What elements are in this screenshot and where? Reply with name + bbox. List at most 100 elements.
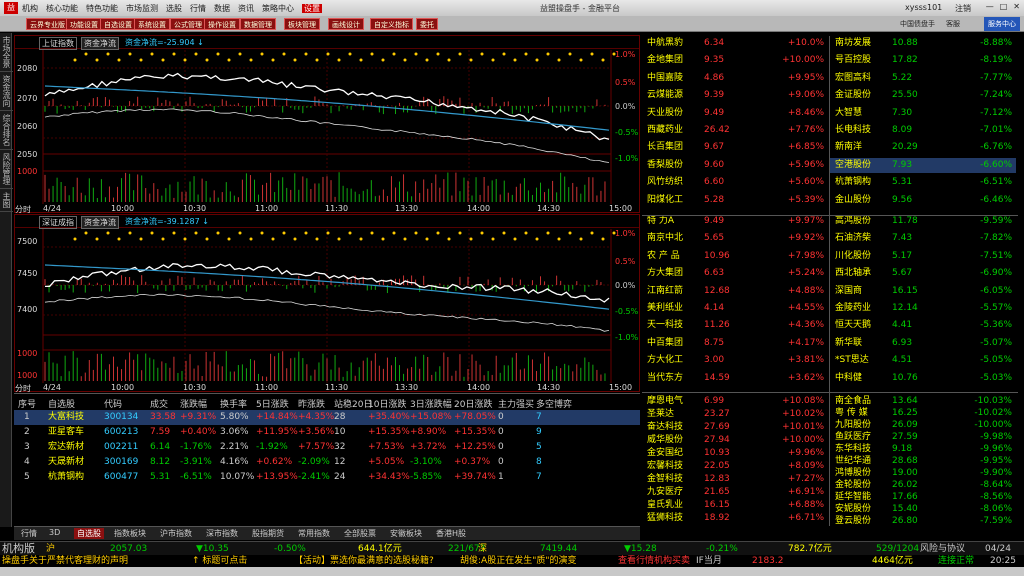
stock-row[interactable]: 中国嘉陵 4.86 +9.95% <box>642 71 828 86</box>
stock-row[interactable]: 方大化工 3.00 +3.81% <box>642 353 828 368</box>
news-item[interactable]: 操盘手关于严禁代客理财的声明 <box>2 555 128 567</box>
menu-item-settings[interactable]: 设置 <box>302 3 322 13</box>
menu-item[interactable]: 数据 <box>214 4 230 13</box>
stock-row[interactable]: 宏馨科技 22.05 +8.09% <box>642 460 828 472</box>
column-header[interactable]: 成交 <box>150 397 168 410</box>
column-header[interactable]: 5日涨跌 <box>256 397 289 410</box>
stock-row[interactable]: 圣莱达 23.27 +10.02% <box>642 408 828 420</box>
tab-item[interactable]: 指数板块 <box>111 528 149 539</box>
stock-row[interactable]: 金地集团 9.35 +10.00% <box>642 53 828 68</box>
sz-label[interactable]: 深 <box>478 542 487 556</box>
sidebar-tab[interactable]: 资金流向 <box>0 72 13 111</box>
menu-item[interactable]: 市场监测 <box>126 4 158 13</box>
stock-row[interactable]: 金轮股份 26.02 -8.64% <box>830 479 1016 491</box>
view-quotes-link[interactable]: 查看行情 <box>618 555 654 567</box>
institution-trade-link[interactable]: 机构买卖 <box>654 555 690 567</box>
stock-row[interactable]: 西北轴承 5.67 -6.90% <box>830 266 1016 281</box>
menu-item[interactable]: 资讯 <box>238 4 254 13</box>
stock-row[interactable]: 鱼跃医疗 27.59 -9.98% <box>830 431 1016 443</box>
column-header[interactable]: 多空博弈 <box>536 397 572 410</box>
stock-row[interactable]: 江南红箭 12.68 +4.88% <box>642 284 828 299</box>
menu-item[interactable]: 机构 <box>22 4 38 13</box>
stock-row[interactable]: 农 产 品 10.96 +7.98% <box>642 249 828 264</box>
news-item[interactable]: 【活动】票选你最满意的选股秘籍? <box>294 555 434 567</box>
toolbar-button[interactable]: 自选设置 <box>100 18 136 30</box>
stock-row[interactable]: 金智科技 12.83 +7.27% <box>642 473 828 485</box>
stock-row[interactable]: 长百集团 9.67 +6.85% <box>642 140 828 155</box>
service-center-button[interactable]: 服务中心 <box>984 17 1020 31</box>
column-header[interactable]: 10日涨跌 <box>368 397 406 410</box>
toolbar-button[interactable]: 数据管理 <box>240 18 276 30</box>
toolbar-right-link[interactable]: 中国债盘手 <box>900 19 935 29</box>
stock-row[interactable]: 中科健 10.76 -5.03% <box>830 371 1016 386</box>
tab-item[interactable]: 香港H股 <box>433 528 469 539</box>
stock-row[interactable]: 猛狮科技 18.92 +6.71% <box>642 512 828 524</box>
menu-item[interactable]: 特色功能 <box>86 4 118 13</box>
column-header[interactable]: 代码 <box>104 397 122 410</box>
menu-item[interactable]: 选股 <box>166 4 182 13</box>
toolbar-button[interactable]: 板块管理 <box>284 18 320 30</box>
stock-row[interactable]: 高鸿股份 11.78 -9.59% <box>830 214 1016 229</box>
toolbar-button[interactable]: 云界专业版 <box>26 18 69 30</box>
stock-row[interactable]: 当代东方 14.59 +3.62% <box>642 371 828 386</box>
column-header[interactable]: 昨涨跌 <box>298 397 325 410</box>
tab-item[interactable]: 全部股票 <box>341 528 379 539</box>
stock-row[interactable]: 大智慧 7.30 -7.12% <box>830 106 1016 121</box>
stock-row[interactable]: 威华股份 27.94 +10.00% <box>642 434 828 446</box>
stock-row[interactable]: 九安医疗 21.65 +6.91% <box>642 486 828 498</box>
stock-row[interactable]: 延华智能 17.66 -8.56% <box>830 491 1016 503</box>
stock-row[interactable]: 长电科技 8.09 -7.01% <box>830 123 1016 138</box>
stock-row[interactable]: 金证股份 25.50 -7.24% <box>830 88 1016 103</box>
stock-row[interactable]: 世纪华通 28.68 -9.95% <box>830 455 1016 467</box>
column-header[interactable]: 自选股 <box>48 397 75 410</box>
stock-row[interactable]: 空港股份 7.93 -6.60% <box>830 157 1016 173</box>
toolbar-button[interactable]: 自定义指标 <box>370 18 413 30</box>
sidebar-tab[interactable]: 市场全景 <box>0 33 13 72</box>
tab-item[interactable]: 深市指数 <box>203 528 241 539</box>
menu-item[interactable]: 核心功能 <box>46 4 78 13</box>
sidebar-tab[interactable]: 风险管理 <box>0 150 13 189</box>
tab-item[interactable]: 常用指数 <box>295 528 333 539</box>
stock-row[interactable]: 杭萧钢构 5.31 -6.51% <box>830 175 1016 190</box>
stock-row[interactable]: 云煤能源 9.39 +9.06% <box>642 88 828 103</box>
tab-item[interactable]: 行情 <box>18 528 40 539</box>
risk-agreement-link[interactable]: 风险与协议 <box>920 542 965 556</box>
stock-row[interactable]: 金安国纪 10.93 +9.96% <box>642 447 828 459</box>
stock-row[interactable]: 川化股份 5.17 -7.51% <box>830 249 1016 264</box>
tab-watchlist[interactable]: 自选股 <box>74 528 104 539</box>
tab-item[interactable]: 安徽板块 <box>387 528 425 539</box>
stock-row[interactable]: 西藏药业 26.42 +7.76% <box>642 123 828 138</box>
tab-item[interactable]: 3D <box>46 528 63 537</box>
stock-row[interactable]: 香梨股份 9.60 +5.96% <box>642 158 828 173</box>
stock-row[interactable]: 特 力A 9.49 +9.97% <box>642 214 828 229</box>
stock-row[interactable]: 金山股份 9.56 -6.46% <box>830 193 1016 208</box>
column-header[interactable]: 换手率 <box>220 397 247 410</box>
stock-row[interactable]: *ST思达 4.51 -5.05% <box>830 353 1016 368</box>
column-header[interactable]: 站稳20日 <box>334 397 372 410</box>
stock-row[interactable]: 南京中北 5.65 +9.92% <box>642 231 828 246</box>
toolbar-button[interactable]: 公式管理 <box>170 18 206 30</box>
table-row[interactable]: 1 大富科技 300134 33.58 +9.31% 5.80% +14.84% +4.35%… <box>14 410 640 425</box>
tab-item[interactable]: 沪市指数 <box>157 528 195 539</box>
stock-row[interactable]: 皇氏乳业 16.15 +6.88% <box>642 499 828 511</box>
stock-row[interactable]: 石油济柴 7.43 -7.82% <box>830 231 1016 246</box>
column-header[interactable]: 序号 <box>18 397 36 410</box>
table-row[interactable]: 4 天晟新材 300169 8.12 -3.91% 4.16% +0.62% -2.09% 12… <box>14 455 640 470</box>
stock-row[interactable]: 中航黑豹 6.34 +10.0% <box>642 36 828 51</box>
sh-index-chart[interactable]: 上证指数 资金净流 资金净流=-25.904 ↓ 2080 2070 2060 … <box>14 35 640 214</box>
column-header[interactable]: 主力强买 <box>498 397 534 410</box>
stock-row[interactable]: 新南洋 20.29 -6.76% <box>830 140 1016 155</box>
tab-item[interactable]: 股指期货 <box>249 528 287 539</box>
table-row[interactable]: 2 亚星客车 600213 7.59 +0.40% 3.06% +11.95% +3.56% 1… <box>14 425 640 440</box>
stock-row[interactable]: 美利纸业 4.14 +4.55% <box>642 301 828 316</box>
column-header[interactable]: 3日涨跌幅 <box>410 397 452 410</box>
toolbar-button[interactable]: 委托 <box>416 18 438 30</box>
sidebar-tab[interactable]: 综合排名 <box>0 111 13 150</box>
stock-row[interactable]: 天业股份 9.49 +8.46% <box>642 106 828 121</box>
menu-item[interactable]: 行情 <box>190 4 206 13</box>
toolbar-button[interactable]: 功能设置 <box>66 18 102 30</box>
stock-row[interactable]: 宏图高科 5.22 -7.77% <box>830 71 1016 86</box>
maximize-icon[interactable]: □ <box>1000 2 1008 11</box>
stock-row[interactable]: 天一科技 11.26 +4.36% <box>642 318 828 333</box>
stock-row[interactable]: 南全食品 13.64 -10.03% <box>830 395 1016 407</box>
